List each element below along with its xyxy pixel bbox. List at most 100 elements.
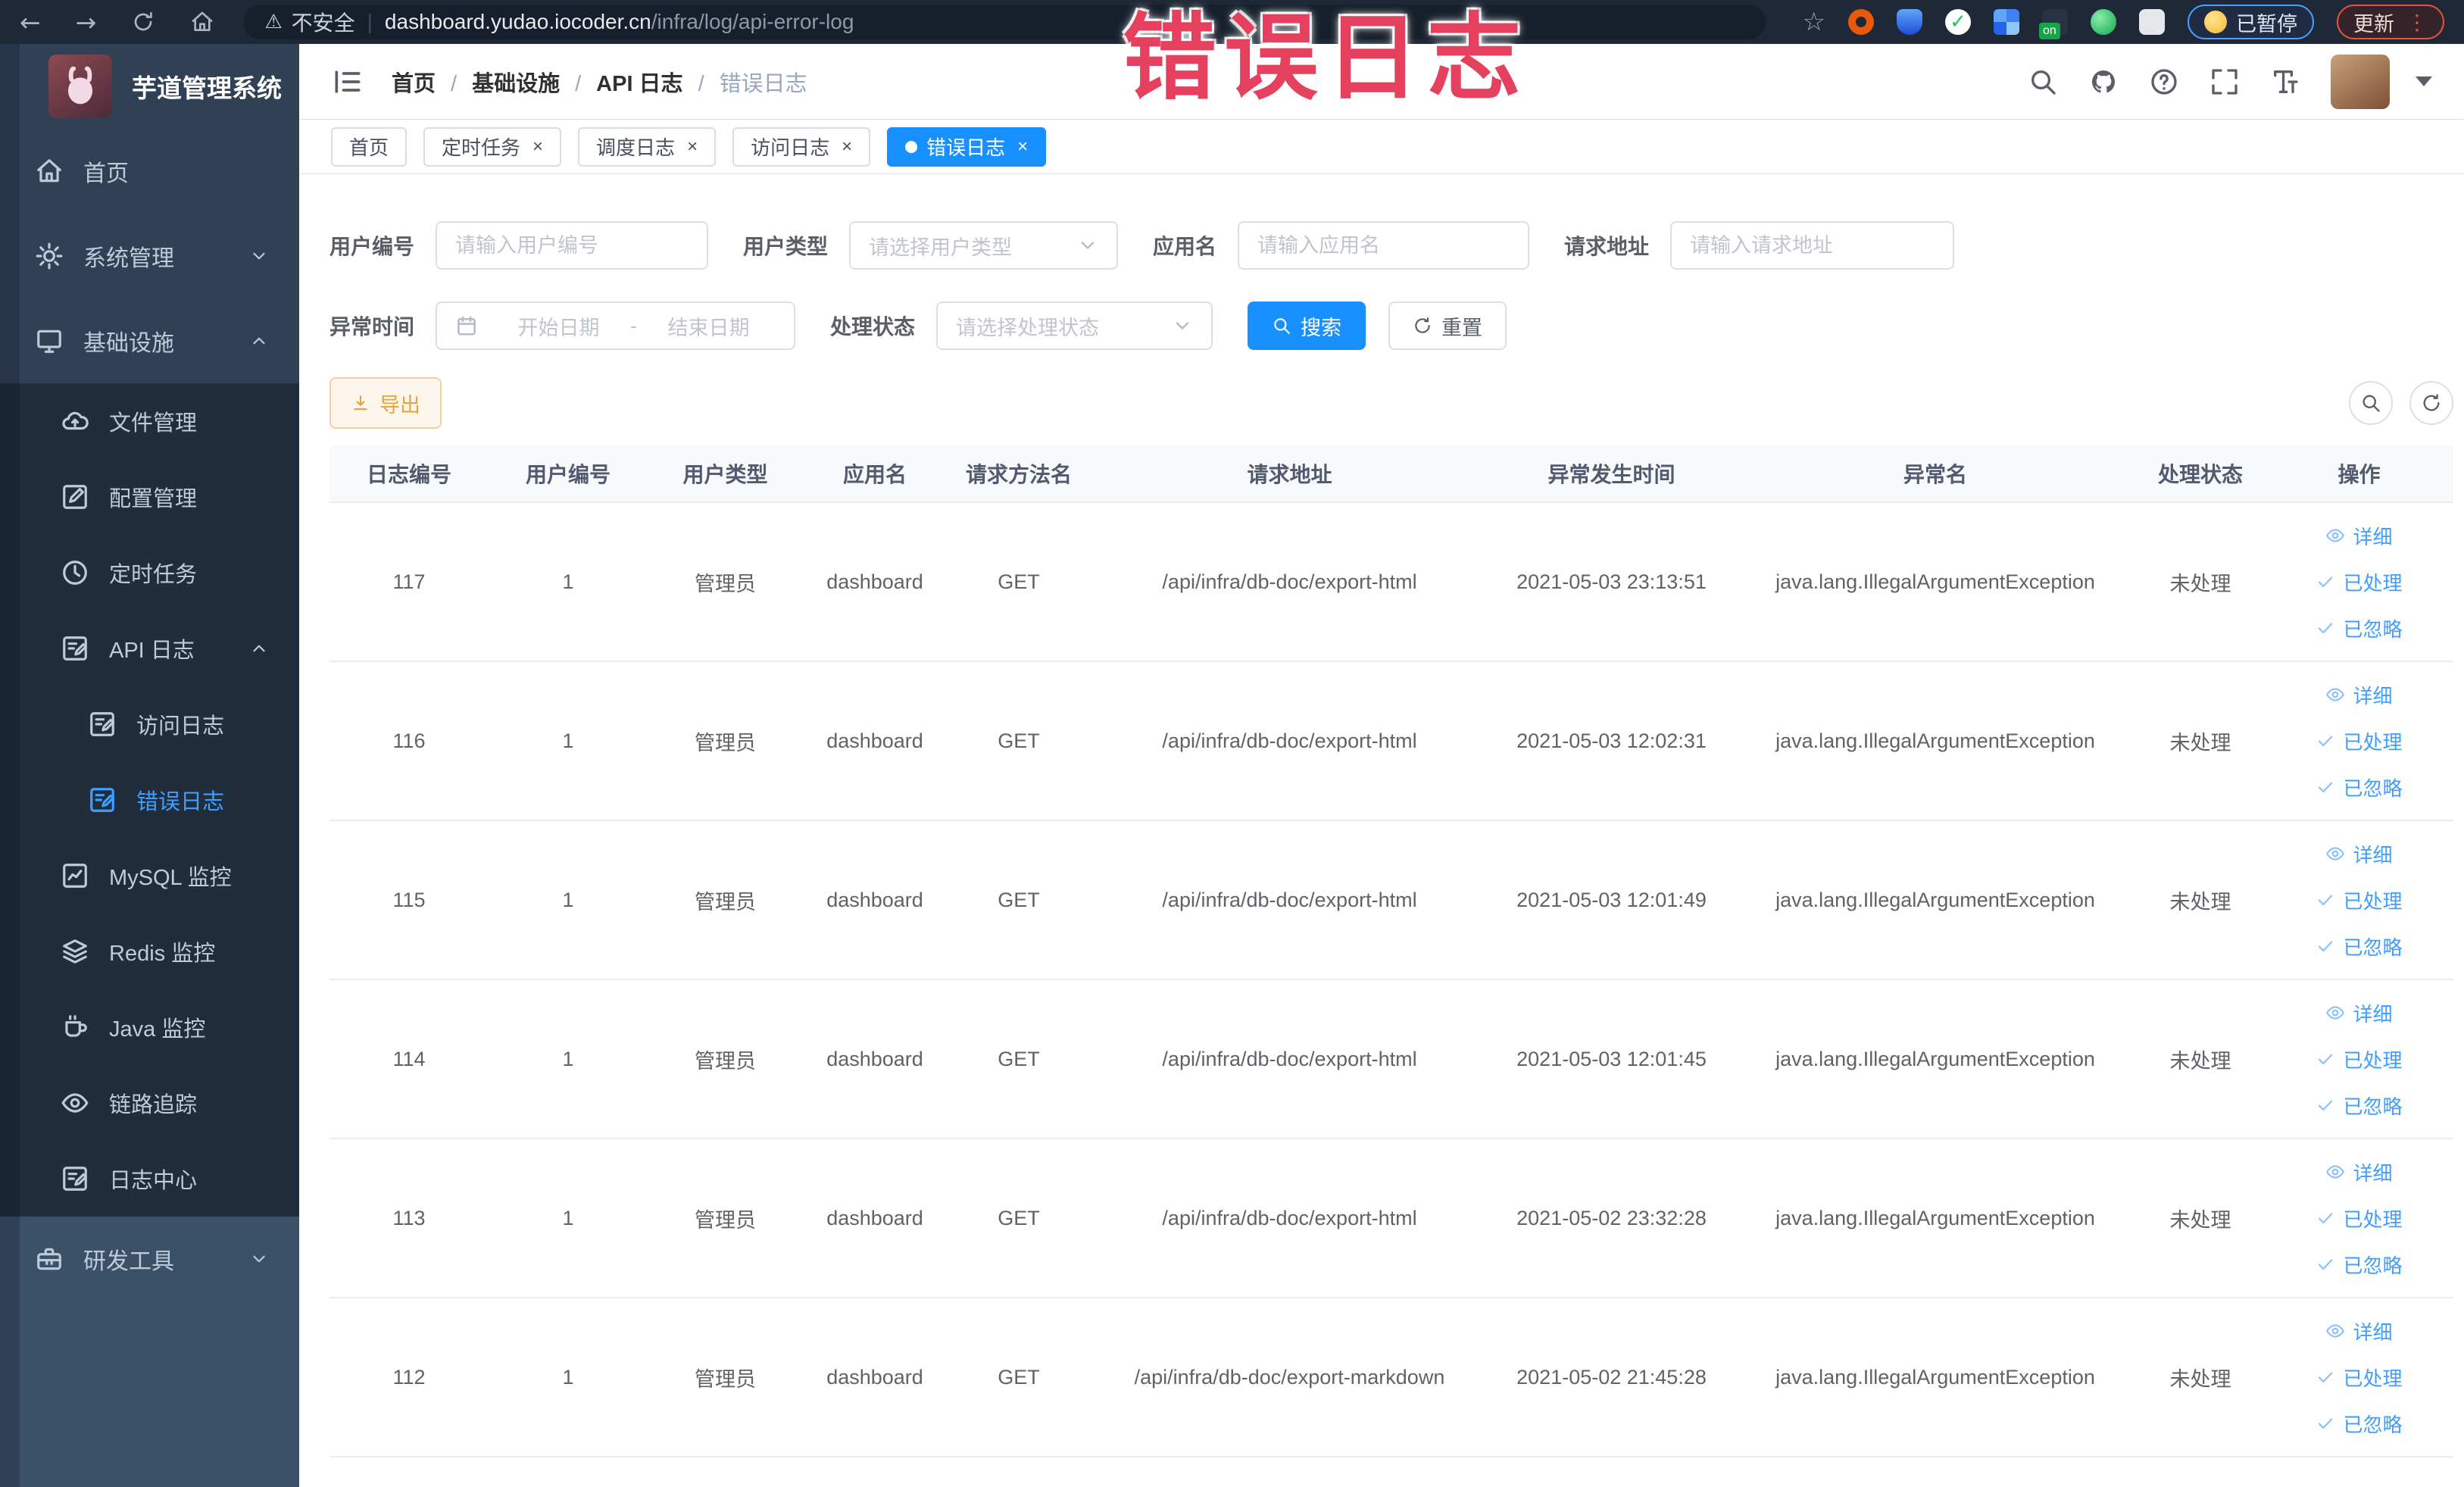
view-tab[interactable]: 首页 — [331, 127, 408, 167]
view-tab[interactable]: 定时任务 × — [423, 127, 562, 167]
tab-close-icon[interactable]: × — [1017, 137, 1028, 156]
sidebar-item-label: API 日志 — [109, 639, 195, 663]
switch-on-extension-icon[interactable] — [2039, 9, 2068, 39]
app-name-input[interactable] — [1238, 221, 1530, 270]
kebab-menu-icon[interactable]: ⋮ — [2406, 10, 2428, 35]
breadcrumb-item[interactable]: API 日志 — [596, 66, 719, 98]
paused-badge[interactable]: 已暂停 — [2188, 5, 2314, 39]
sidebar-item-label: 日志中心 — [109, 1169, 198, 1193]
view-tab[interactable]: 访问日志 × — [732, 127, 871, 167]
update-badge[interactable]: 更新 ⋮ — [2337, 5, 2444, 39]
breadcrumb-item[interactable]: 首页 — [392, 66, 472, 98]
handle-status-select[interactable]: 请选择处理状态 — [936, 301, 1213, 350]
view-tab[interactable]: 错误日志 × — [887, 127, 1047, 167]
user-id-input[interactable] — [436, 221, 709, 270]
refresh-table-button[interactable] — [2409, 381, 2453, 425]
orange-circle-extension-icon[interactable] — [1848, 9, 1874, 35]
sidebar-item[interactable]: 日志中心 — [0, 1141, 299, 1217]
sidebar: 芋道管理系统 首页 系统管理 基础设施 文件管理 配置管理 定时任务 API 日… — [0, 44, 299, 1487]
tab-close-icon[interactable]: × — [842, 137, 852, 156]
sidebar-item[interactable]: 研发工具 — [0, 1217, 299, 1301]
cell-exception-name: java.lang.IllegalArgumentException — [1775, 1206, 2095, 1229]
filter-row-1: 用户编号 用户类型 请选择用户类型 应用名 — [329, 221, 2453, 270]
reset-button[interactable]: 重置 — [1388, 301, 1507, 350]
view-tab[interactable]: 调度日志 × — [578, 127, 717, 167]
sidebar-item[interactable]: 系统管理 — [0, 214, 299, 298]
request-url-input[interactable] — [1670, 221, 1955, 270]
sidebar-item[interactable]: 首页 — [0, 129, 299, 214]
tab-label: 定时任务 — [442, 136, 521, 159]
sidebar-item[interactable]: 文件管理 — [0, 383, 299, 459]
detail-link[interactable]: 详细 — [2325, 1317, 2393, 1345]
sidebar-item[interactable]: API 日志 — [0, 611, 299, 686]
hamburger-icon[interactable] — [331, 65, 364, 98]
grid-extension-icon[interactable] — [1994, 9, 2019, 35]
browser-forward-icon[interactable]: → — [76, 10, 97, 35]
detail-link[interactable]: 详细 — [2325, 1158, 2393, 1186]
user-type-select[interactable]: 请选择用户类型 — [849, 221, 1119, 270]
sidebar-item-label: 首页 — [83, 161, 129, 186]
sidebar-item[interactable]: Java 监控 — [0, 989, 299, 1065]
sidebar-item[interactable]: 错误日志 — [0, 762, 299, 838]
cell-request-url: /api/infra/db-doc/export-html — [1162, 1206, 1417, 1229]
mark-processed-link[interactable]: 已处理 — [2316, 1364, 2403, 1392]
detail-link[interactable]: 详细 — [2325, 681, 2393, 709]
detail-link[interactable]: 详细 — [2325, 840, 2393, 868]
mark-ignored-link[interactable]: 已忽略 — [2316, 614, 2403, 642]
sidebar-item[interactable]: MySQL 监控 — [0, 838, 299, 914]
sidebar-item[interactable]: 定时任务 — [0, 535, 299, 611]
cell-method: GET — [998, 729, 1040, 752]
search-button[interactable]: 搜索 — [1248, 301, 1366, 350]
sidebar-item[interactable]: 基础设施 — [0, 298, 299, 383]
browser-back-icon[interactable]: ← — [20, 10, 41, 35]
bookmark-star-icon[interactable]: ☆ — [1803, 7, 1825, 37]
search-icon[interactable] — [2028, 67, 2058, 97]
mark-ignored-link[interactable]: 已忽略 — [2316, 1410, 2403, 1438]
app-logo[interactable]: 芋道管理系统 — [0, 44, 299, 129]
check-icon — [2316, 777, 2335, 797]
sidebar-item-label: 配置管理 — [109, 487, 198, 511]
active-dot-icon — [905, 140, 918, 153]
mark-processed-link[interactable]: 已处理 — [2316, 886, 2403, 914]
mark-ignored-link[interactable]: 已忽略 — [2316, 1092, 2403, 1120]
exception-time-range-picker[interactable]: 开始日期 - 结束日期 — [436, 301, 796, 350]
detail-link[interactable]: 详细 — [2325, 522, 2393, 550]
leaf-extension-icon[interactable] — [2091, 9, 2116, 35]
cell-user-type: 管理员 — [695, 1208, 756, 1232]
tab-close-icon[interactable]: × — [532, 137, 543, 156]
export-button[interactable]: 导出 — [329, 377, 442, 429]
mark-ignored-link[interactable]: 已忽略 — [2316, 932, 2403, 961]
sidebar-item[interactable]: 访问日志 — [0, 686, 299, 762]
breadcrumb-item[interactable]: 基础设施 — [472, 66, 596, 98]
cell-user-type: 管理员 — [695, 1367, 756, 1391]
shield-extension-icon[interactable] — [1897, 9, 1922, 35]
sidebar-item[interactable]: 链路追踪 — [0, 1065, 299, 1141]
breadcrumb-item[interactable]: 错误日志 — [720, 66, 838, 98]
question-help-icon[interactable] — [2149, 67, 2179, 97]
mark-processed-link[interactable]: 已处理 — [2316, 1204, 2403, 1232]
address-bar[interactable]: ⚠ 不安全 | dashboard.yudao.iocoder.cn /infr… — [243, 5, 1766, 39]
mark-processed-link[interactable]: 已处理 — [2316, 727, 2403, 755]
avatar-caret-icon[interactable] — [2416, 77, 2432, 86]
cell-app-name: dashboard — [826, 729, 923, 752]
detail-link[interactable]: 详细 — [2325, 999, 2393, 1027]
mark-ignored-link[interactable]: 已忽略 — [2316, 773, 2403, 801]
sidebar-item[interactable]: Redis 监控 — [0, 914, 299, 989]
fullscreen-icon[interactable] — [2209, 67, 2240, 97]
mark-processed-link[interactable]: 已处理 — [2316, 568, 2403, 596]
browser-reload-icon[interactable] — [131, 10, 155, 34]
sidebar-item[interactable]: 配置管理 — [0, 459, 299, 535]
mark-ignored-link[interactable]: 已忽略 — [2316, 1251, 2403, 1279]
browser-home-icon[interactable] — [190, 10, 214, 34]
menu-item-icon — [61, 558, 89, 587]
user-avatar[interactable] — [2331, 54, 2390, 109]
toggle-search-button[interactable] — [2349, 381, 2393, 425]
puzzle-extension-icon[interactable] — [2139, 9, 2165, 35]
github-icon[interactable] — [2088, 67, 2119, 97]
green-check-extension-icon[interactable] — [1945, 9, 1971, 35]
check-icon — [2316, 936, 2335, 956]
font-size-icon[interactable] — [2270, 67, 2300, 97]
mark-processed-link[interactable]: 已处理 — [2316, 1045, 2403, 1073]
tab-close-icon[interactable]: × — [687, 137, 698, 156]
cell-log-id: 117 — [392, 570, 426, 593]
